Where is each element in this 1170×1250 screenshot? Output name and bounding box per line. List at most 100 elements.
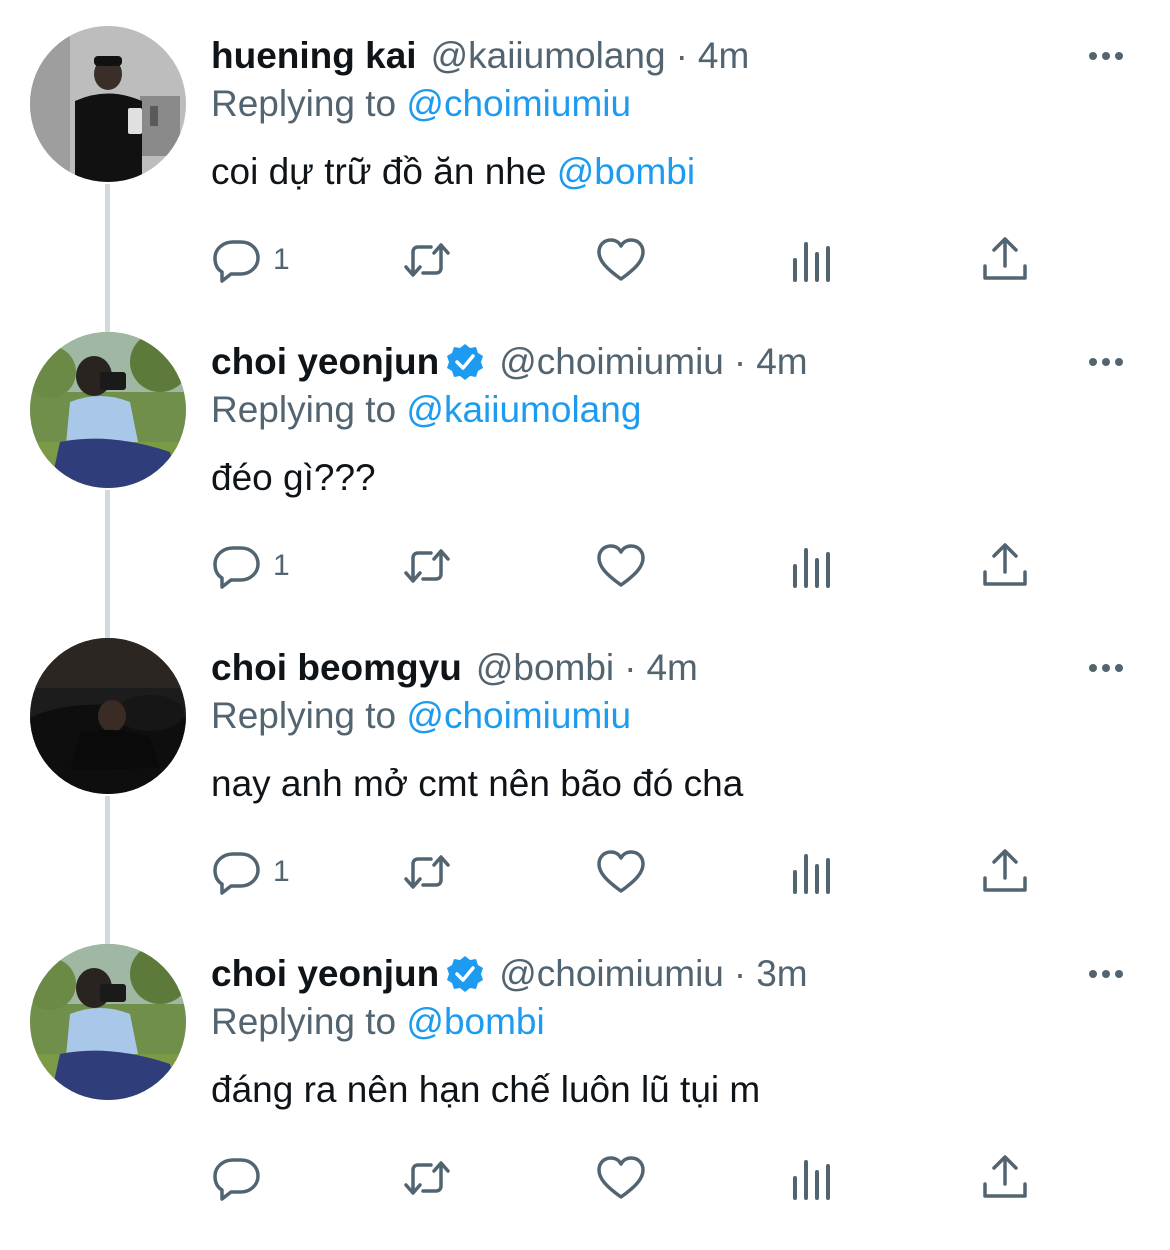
retweet-button[interactable] [401,538,453,594]
share-button[interactable] [979,1150,1031,1206]
action-bar: 1 [211,232,1051,288]
tweet-text: nay anh mở cmt nên bão đó cha [211,762,743,806]
like-button[interactable] [595,844,647,900]
timestamp[interactable]: 4m [646,646,697,690]
display-name[interactable]: choi yeonjun [211,340,439,384]
tweet-mention[interactable]: @bombi [557,151,695,192]
display-name[interactable]: choi yeonjun [211,952,439,996]
tweet-text: đáng ra nên hạn chế luôn lũ tụi m [211,1068,760,1112]
replying-to-mention[interactable]: @kaiiumolang [406,389,641,430]
share-button[interactable] [979,232,1031,288]
reply-thread: huening kai @kaiiumolang · 4m Replying t… [0,0,1170,1211]
like-button[interactable] [595,232,647,288]
action-bar [211,1150,1051,1206]
like-icon [597,1156,645,1199]
reply-icon [213,1158,260,1201]
more-icon[interactable] [1086,654,1126,682]
tweet[interactable]: choi beomgyu @bombi · 4m Replying to @ch… [0,638,1170,946]
share-button[interactable] [979,538,1031,594]
timestamp[interactable]: 4m [698,34,749,78]
like-icon [597,238,645,281]
reply-button[interactable]: 1 [211,844,290,900]
timestamp[interactable]: 3m [756,952,807,996]
stats-icon [793,548,830,588]
user-handle[interactable]: @choimiumiu [499,340,724,384]
user-handle[interactable]: @choimiumiu [499,952,724,996]
tweet[interactable]: huening kai @kaiiumolang · 4m Replying t… [0,26,1170,334]
thread-connector-line [105,796,110,946]
reply-icon [213,240,260,283]
stats-icon [793,854,830,894]
replying-to-mention[interactable]: @bombi [406,1001,544,1042]
tweet-text: coi dự trữ đồ ăn nhe @bombi [211,150,695,194]
replying-to-mention[interactable]: @choimiumiu [406,695,631,736]
tweet-text-plain: nay anh mở cmt nên bão đó cha [211,763,744,804]
stats-button[interactable] [787,844,839,900]
separator-dot: · [675,35,688,76]
reply-button[interactable]: 1 [211,232,290,288]
thread-connector-line [105,490,110,640]
replying-to: Replying to @choimiumiu [211,82,631,126]
replying-to: Replying to @kaiiumolang [211,388,641,432]
avatar[interactable] [30,26,186,182]
action-bar: 1 [211,844,1051,900]
replying-prefix: Replying to [211,695,407,736]
retweet-button[interactable] [401,844,453,900]
verified-badge-icon [445,954,485,994]
retweet-icon [404,855,450,889]
tweet[interactable]: choi yeonjun @choimiumiu · 4m Replying t… [0,332,1170,640]
avatar[interactable] [30,944,186,1100]
more-icon[interactable] [1086,348,1126,376]
separator-dot: · [733,953,747,994]
like-icon [597,544,645,587]
stats-button[interactable] [787,538,839,594]
avatar-photo-camera-outdoors [30,332,186,488]
retweet-button[interactable] [401,232,453,288]
avatar-photo-sofa-dark [30,638,186,794]
avatar[interactable] [30,638,186,794]
display-name[interactable]: huening kai [211,34,417,78]
tweet-header: choi yeonjun @choimiumiu · 3m [211,952,808,996]
retweet-icon [404,1161,450,1195]
tweet-text: đéo gì??? [211,456,376,500]
reply-button[interactable]: 1 [211,538,290,594]
retweet-button[interactable] [401,1150,453,1206]
replying-to-mention[interactable]: @choimiumiu [406,83,631,124]
stats-icon [793,1160,830,1200]
stats-button[interactable] [787,232,839,288]
share-icon [983,237,1027,280]
stats-icon [793,242,830,282]
share-button[interactable] [979,844,1031,900]
tweet-text-plain: đáng ra nên hạn chế luôn lũ tụi m [211,1069,761,1110]
tweet-header: huening kai @kaiiumolang · 4m [211,34,749,78]
avatar[interactable] [30,332,186,488]
share-icon [983,543,1027,586]
tweet-text-plain: đéo gì??? [211,457,376,498]
more-icon[interactable] [1086,42,1126,70]
share-icon [983,849,1027,892]
like-button[interactable] [595,1150,647,1206]
action-bar: 1 [211,538,1051,594]
reply-count: 1 [273,243,290,276]
display-name[interactable]: choi beomgyu [211,646,462,690]
separator-dot: · [624,647,637,688]
replying-prefix: Replying to [211,1001,407,1042]
timestamp[interactable]: 4m [756,340,807,384]
reply-icon [213,852,260,895]
verified-badge-icon [445,342,485,382]
user-handle[interactable]: @kaiiumolang [431,34,666,78]
replying-prefix: Replying to [211,389,407,430]
tweet-header: choi yeonjun @choimiumiu · 4m [211,340,808,384]
avatar-photo-mirror-selfie [30,26,186,182]
separator-dot: · [733,341,747,382]
like-button[interactable] [595,538,647,594]
reply-count: 1 [273,855,290,888]
tweet[interactable]: choi yeonjun @choimiumiu · 3m Replying t… [0,944,1170,1250]
stats-button[interactable] [787,1150,839,1206]
reply-button[interactable] [211,1150,263,1206]
replying-prefix: Replying to [211,83,407,124]
user-handle[interactable]: @bombi [476,646,614,690]
reply-icon [213,546,260,589]
more-icon[interactable] [1086,960,1126,988]
replying-to: Replying to @bombi [211,1000,545,1044]
